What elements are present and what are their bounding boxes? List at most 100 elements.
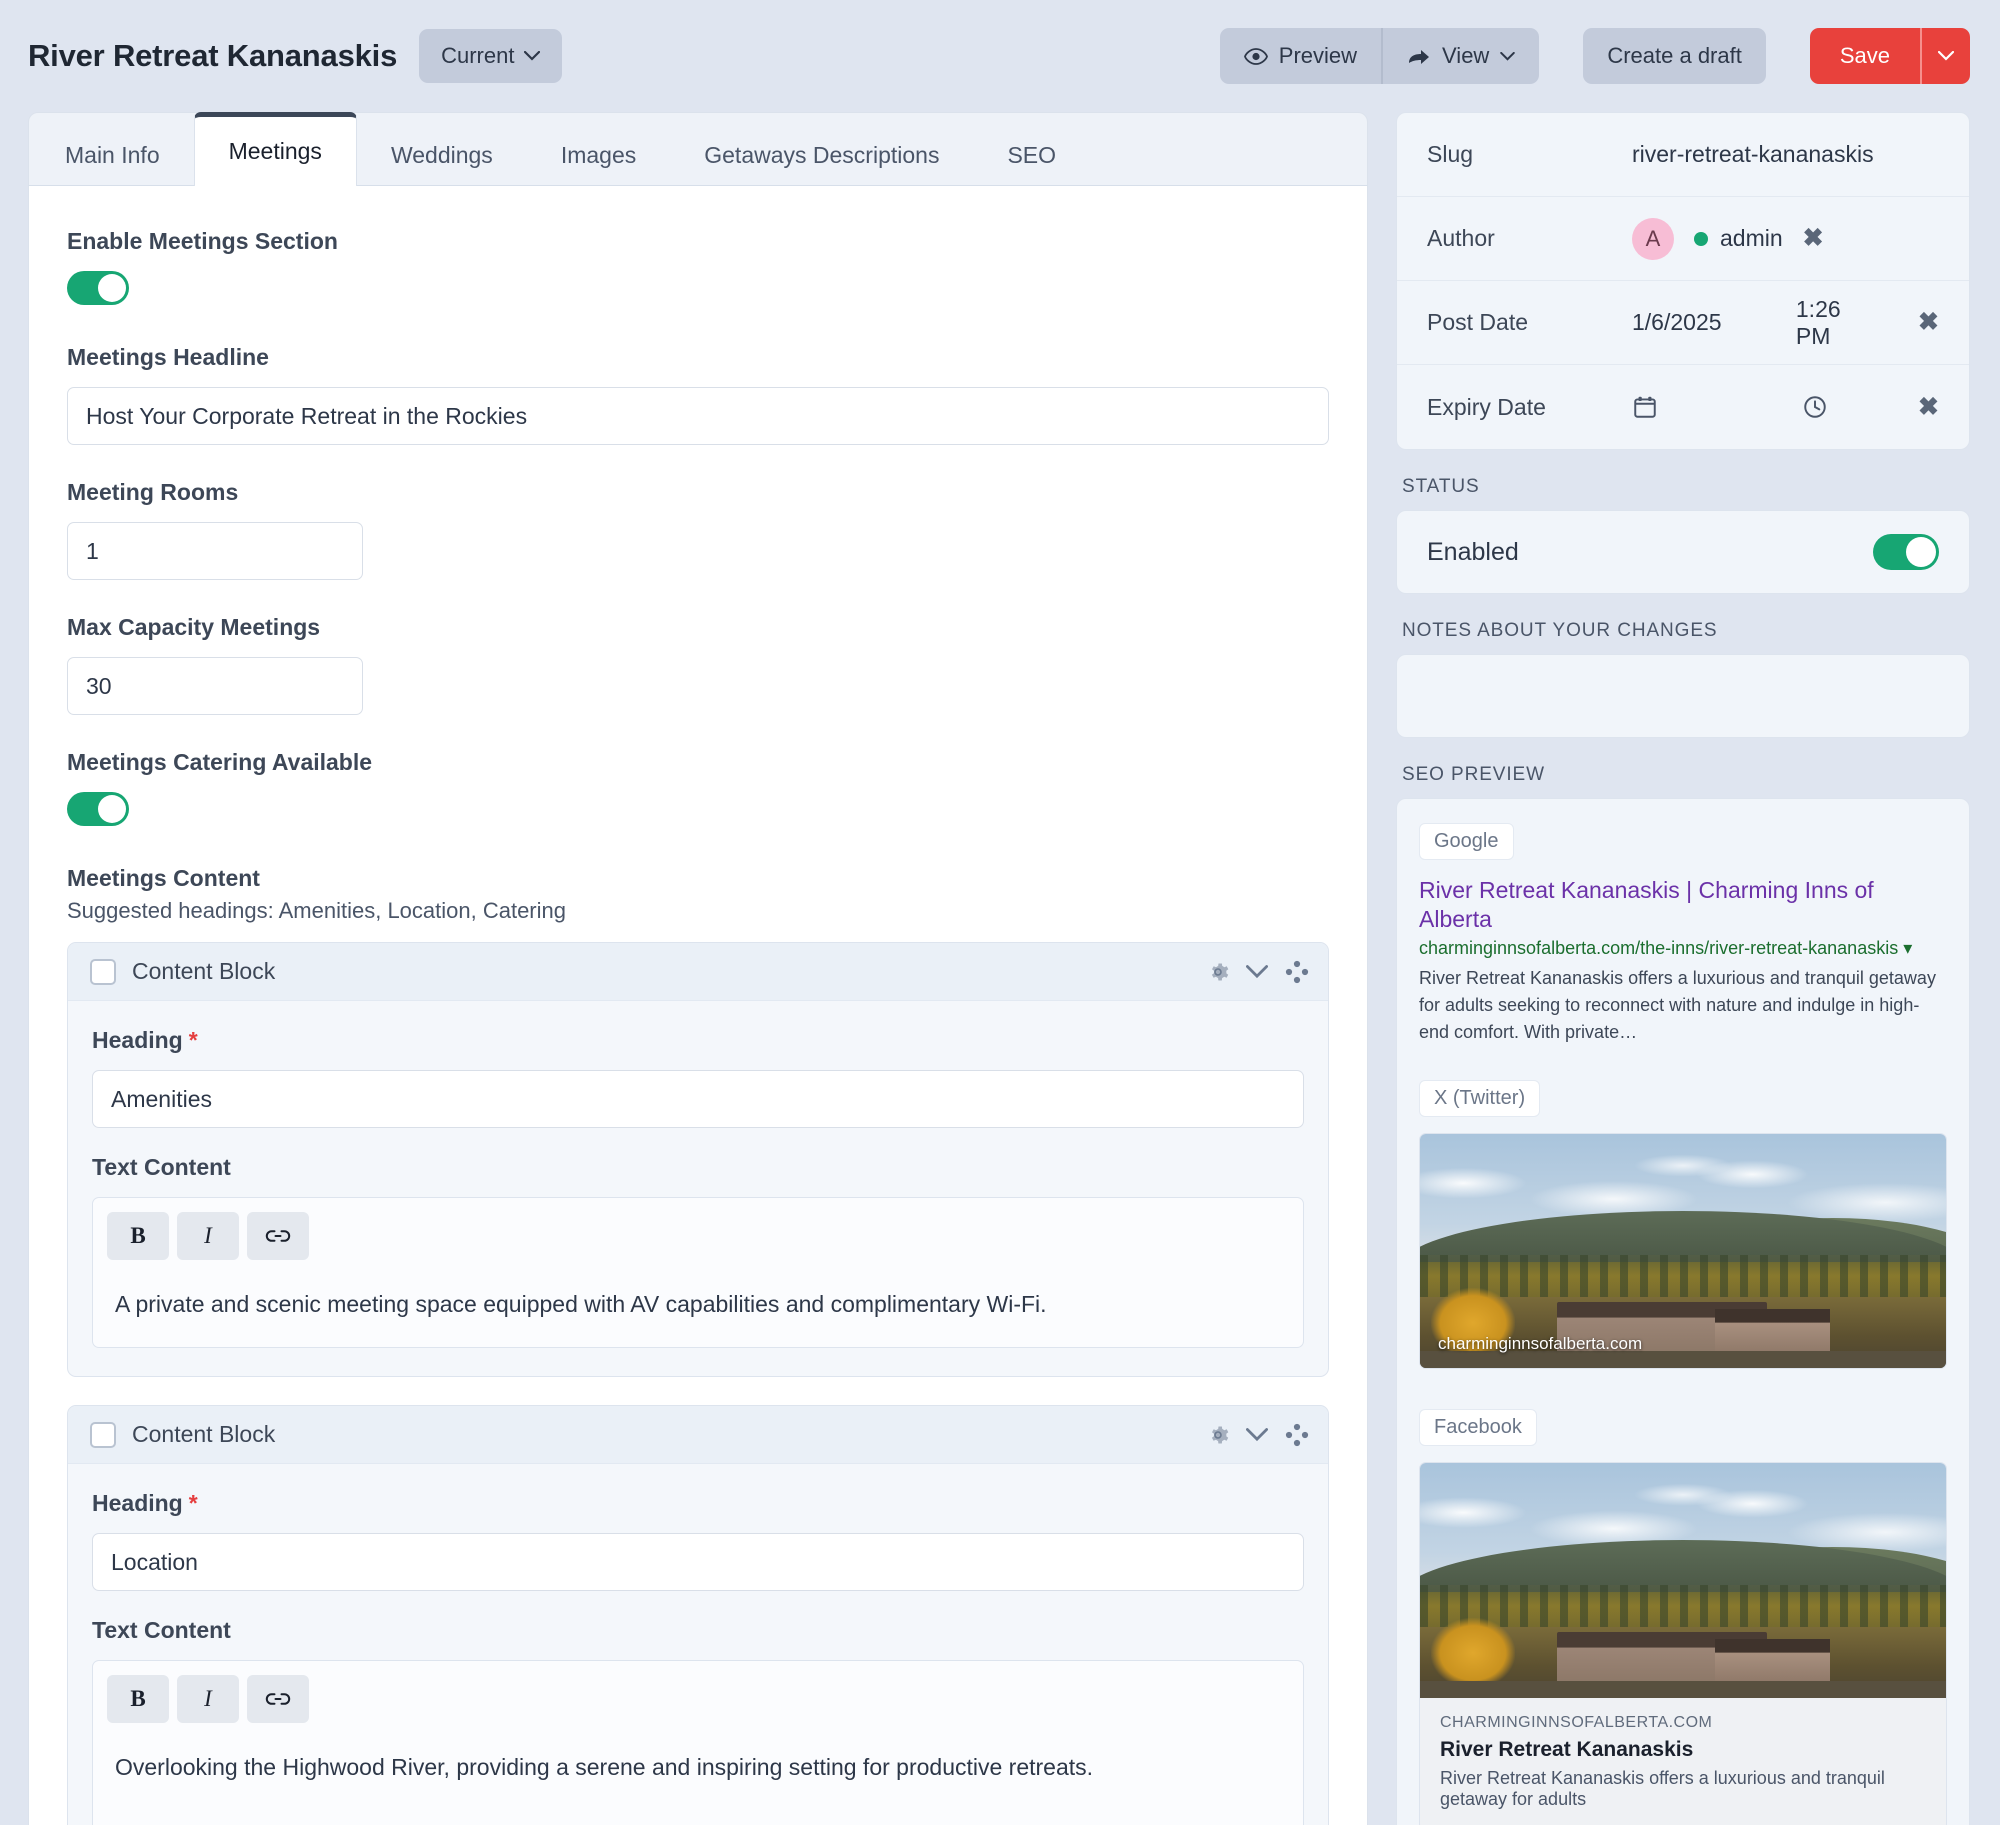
bold-button[interactable]: B (107, 1675, 169, 1724)
facebook-title: River Retreat Kananaskis (1440, 1737, 1694, 1761)
gear-icon[interactable] (1206, 1423, 1230, 1447)
chevron-down-icon (1500, 51, 1516, 61)
text-content-label: Text Content (92, 1154, 231, 1180)
content-block: Content Block (67, 1405, 1329, 1825)
bold-button[interactable]: B (107, 1212, 169, 1260)
required-indicator: * (188, 1490, 198, 1517)
tab-main-info[interactable]: Main Info (31, 125, 194, 185)
max-capacity-input[interactable] (67, 657, 363, 715)
chevron-down-icon[interactable] (1246, 1427, 1268, 1442)
facebook-meta: CHARMINGINNSOFALBERTA.COM River Retreat … (1419, 1697, 1947, 1825)
drag-handle-icon[interactable] (1284, 1422, 1310, 1448)
catering-toggle[interactable] (67, 792, 129, 826)
editor-text-area[interactable]: A private and scenic meeting space equip… (93, 1270, 1303, 1347)
slug-value[interactable]: river-retreat-kananaskis (1632, 141, 1874, 168)
version-selector-label: Current (441, 43, 515, 68)
content-block-title: Content Block (132, 1421, 276, 1448)
calendar-icon[interactable] (1632, 394, 1782, 420)
chevron-down-icon (524, 51, 541, 61)
save-button[interactable]: Save (1809, 28, 1920, 84)
google-pill: Google (1419, 823, 1514, 860)
tab-weddings[interactable]: Weddings (357, 125, 527, 185)
facebook-pill: Facebook (1419, 1408, 1537, 1446)
meetings-headline-input[interactable] (67, 387, 1329, 445)
tab-images[interactable]: Images (527, 125, 670, 185)
clear-post-date-icon[interactable]: ✖ (1918, 310, 1939, 335)
expiry-date-row: Expiry Date ✖ (1397, 365, 1969, 449)
italic-button[interactable]: I (177, 1212, 239, 1260)
google-title: River Retreat Kananaskis | Charming Inns… (1419, 877, 1874, 932)
enable-meetings-label: Enable Meetings Section (67, 228, 338, 254)
content-block-checkbox[interactable] (90, 1421, 116, 1448)
editor-text-area[interactable]: Overlooking the Highwood River, providin… (93, 1733, 1303, 1825)
expiry-date-label: Expiry Date (1427, 393, 1546, 420)
top-toolbar: River Retreat Kananaskis Current Preview… (0, 0, 2000, 112)
meetings-content-label: Meetings Content (67, 865, 260, 891)
clock-icon[interactable] (1802, 394, 1828, 420)
facebook-preview: Facebook CHARMINGINNSOFALBERTA.COM River… (1419, 1408, 1947, 1825)
max-capacity-field: Max Capacity Meetings (67, 614, 1329, 715)
catering-label: Meetings Catering Available (67, 749, 373, 775)
text-content-label: Text Content (92, 1617, 231, 1644)
remove-author-icon[interactable]: ✖ (1803, 226, 1824, 251)
editor-toolbar: B I (93, 1661, 1303, 1733)
content-block: Content Block (67, 942, 1329, 1378)
view-button[interactable]: View (1383, 28, 1540, 84)
view-label: View (1442, 43, 1490, 68)
seo-section-title: SEO Preview (1402, 764, 1545, 785)
heading-label-wrap: Heading * (92, 1027, 1304, 1054)
save-button-group: Save (1809, 28, 1970, 84)
tab-meetings[interactable]: Meetings (193, 112, 357, 186)
metadata-card: Slug river-retreat-kananaskis Author A a… (1396, 112, 1970, 450)
save-options-button[interactable] (1920, 28, 1970, 84)
lodge-photo (1420, 1133, 1946, 1368)
online-status-icon (1694, 231, 1708, 246)
twitter-preview-image: charminginnsofalberta.com (1419, 1132, 1947, 1369)
link-button[interactable] (247, 1212, 309, 1260)
create-draft-button[interactable]: Create a draft (1583, 28, 1766, 84)
post-date-label: Post Date (1427, 309, 1528, 335)
meeting-rooms-input[interactable] (67, 522, 363, 580)
meeting-rooms-field: Meeting Rooms (67, 479, 1329, 580)
meetings-headline-label: Meetings Headline (67, 344, 269, 370)
chevron-down-icon[interactable] (1246, 964, 1268, 979)
heading-input[interactable] (92, 1070, 1304, 1128)
version-selector-button[interactable]: Current (419, 29, 563, 83)
post-time-value[interactable]: 1:26 PM (1796, 296, 1878, 350)
tab-seo[interactable]: SEO (973, 125, 1090, 185)
page-title: River Retreat Kananaskis (28, 38, 398, 73)
chevron-down-icon (1938, 51, 1954, 61)
content-block-body: Heading* Text Content B I (68, 1001, 1328, 1376)
google-description: River Retreat Kananaskis offers a luxuri… (1419, 967, 1936, 1042)
gear-icon[interactable] (1206, 960, 1230, 984)
link-icon (265, 1693, 291, 1706)
lodge-photo (1420, 1462, 1946, 1698)
share-arrow-icon (1409, 50, 1430, 64)
content-block-checkbox[interactable] (90, 958, 116, 985)
status-toggle[interactable] (1873, 534, 1939, 570)
toggle-knob (98, 795, 126, 823)
editor-toolbar: B I (93, 1198, 1303, 1270)
link-button[interactable] (247, 1675, 309, 1724)
notes-input[interactable] (1396, 654, 1970, 738)
tab-getaways-descriptions[interactable]: Getaways Descriptions (670, 125, 973, 185)
status-label: Enabled (1427, 537, 1519, 566)
preview-button[interactable]: Preview (1219, 28, 1384, 84)
post-date-value[interactable]: 1/6/2025 (1632, 309, 1776, 336)
seo-preview-section: SEO Preview Google River Retreat Kananas… (1396, 764, 1970, 1825)
heading-input[interactable] (92, 1533, 1304, 1592)
content-block-body: Heading* Text Content B I (68, 1464, 1328, 1825)
meetings-content-hint: Suggested headings: Amenities, Location,… (67, 898, 566, 923)
catering-field: Meetings Catering Available (67, 749, 1329, 831)
enable-meetings-toggle[interactable] (67, 271, 129, 305)
rich-text-editor: B I A private and scenic meeting space e… (92, 1197, 1304, 1349)
content-block-header: Content Block (68, 1406, 1328, 1465)
italic-button[interactable]: I (177, 1675, 239, 1724)
tab-bar: Main Info Meetings Weddings Images Getaw… (28, 112, 1368, 186)
clear-expiry-date-icon[interactable]: ✖ (1918, 394, 1939, 420)
facebook-preview-image (1419, 1461, 1947, 1698)
toggle-knob (1906, 537, 1936, 567)
drag-handle-icon[interactable] (1284, 959, 1310, 985)
create-draft-label: Create a draft (1607, 43, 1742, 68)
main-content-column: Main Info Meetings Weddings Images Getaw… (28, 112, 1368, 1825)
